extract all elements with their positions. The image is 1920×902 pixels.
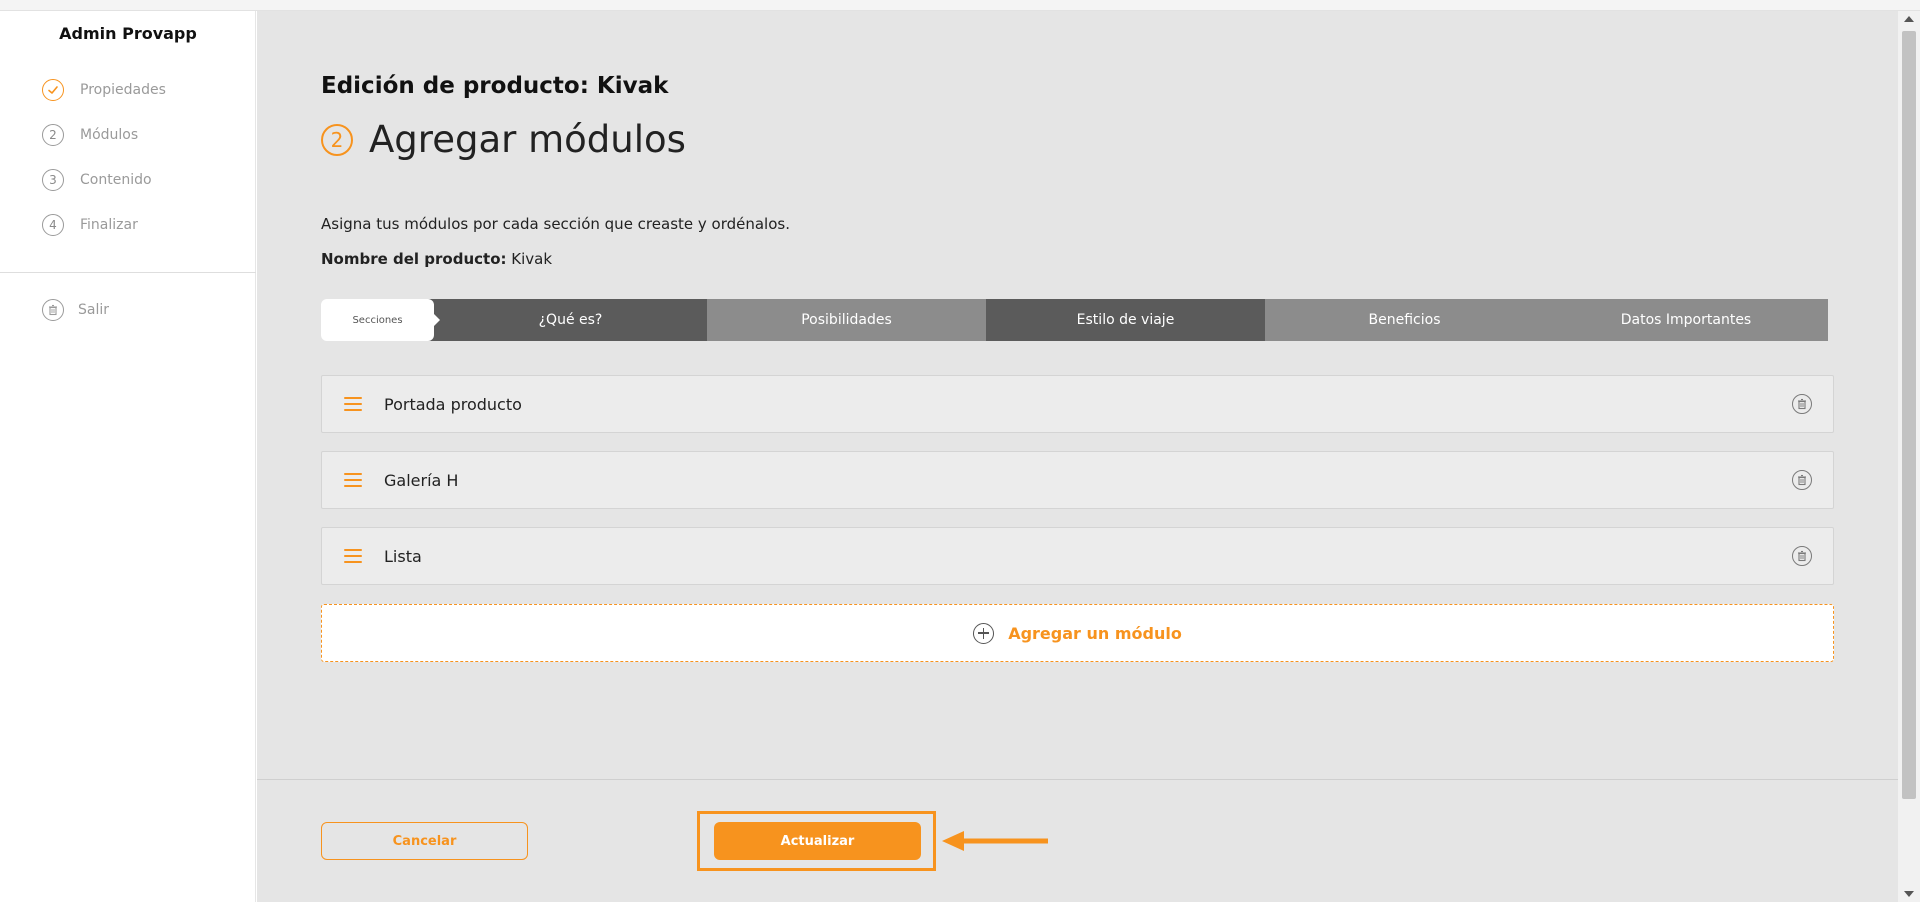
module-label: Galería H bbox=[384, 470, 459, 490]
trash-icon[interactable] bbox=[1792, 546, 1812, 566]
section-tabs: Secciones ¿Qué es? Posibilidades Estilo … bbox=[321, 299, 1834, 341]
product-name-value: Kivak bbox=[511, 250, 553, 268]
sidebar: Admin Provapp Propiedades 2 Módulos 3 Co… bbox=[0, 11, 256, 902]
module-item[interactable]: Galería H bbox=[321, 451, 1834, 509]
tab-secciones[interactable]: Secciones bbox=[321, 299, 440, 341]
drag-handle-icon[interactable] bbox=[344, 549, 362, 563]
tab-datos-importantes[interactable]: Datos Importantes bbox=[1544, 299, 1828, 341]
sidebar-item-label: Propiedades bbox=[80, 81, 166, 98]
arrow-left-icon bbox=[942, 831, 1048, 851]
sidebar-item-label: Contenido bbox=[80, 171, 152, 188]
module-label: Portada producto bbox=[384, 394, 522, 414]
plus-circle-icon bbox=[973, 622, 995, 644]
main-content: Edición de producto: Kivak 2 Agregar mód… bbox=[257, 11, 1898, 779]
sidebar-item-contenido[interactable]: 3 Contenido bbox=[42, 157, 166, 202]
update-button[interactable]: Actualizar bbox=[714, 822, 921, 860]
trash-icon[interactable] bbox=[1792, 394, 1812, 414]
sidebar-item-label: Finalizar bbox=[80, 216, 138, 233]
sidebar-item-finalizar[interactable]: 4 Finalizar bbox=[42, 202, 166, 247]
check-icon bbox=[42, 78, 64, 101]
step-number-badge: 4 bbox=[42, 213, 64, 236]
product-name: Nombre del producto: Kivak bbox=[321, 250, 552, 268]
browser-top-strip bbox=[0, 0, 1920, 11]
form-footer: Cancelar Actualizar bbox=[257, 779, 1898, 902]
cancel-button[interactable]: Cancelar bbox=[321, 822, 528, 860]
step-number-badge: 2 bbox=[321, 123, 353, 156]
logout-label: Salir bbox=[78, 302, 110, 318]
sidebar-item-label: Módulos bbox=[80, 126, 139, 143]
add-module-button[interactable]: Agregar un módulo bbox=[321, 604, 1834, 662]
sidebar-divider bbox=[0, 272, 256, 273]
sidebar-item-modulos[interactable]: 2 Módulos bbox=[42, 112, 166, 157]
scrollbar-thumb[interactable] bbox=[1902, 31, 1916, 799]
module-item[interactable]: Portada producto bbox=[321, 375, 1834, 433]
trash-icon bbox=[42, 299, 64, 321]
tab-que-es[interactable]: ¿Qué es? bbox=[428, 299, 707, 341]
module-label: Lista bbox=[384, 546, 422, 566]
drag-handle-icon[interactable] bbox=[344, 473, 362, 487]
step-number-badge: 3 bbox=[42, 168, 64, 191]
instructions-text: Asigna tus módulos por cada sección que … bbox=[321, 215, 790, 233]
step-number-badge: 2 bbox=[42, 123, 64, 146]
product-name-label: Nombre del producto: bbox=[321, 250, 507, 268]
page-title: Edición de producto: Kivak bbox=[321, 73, 669, 99]
tab-beneficios[interactable]: Beneficios bbox=[1265, 299, 1544, 341]
scrollbar[interactable] bbox=[1898, 11, 1920, 902]
add-module-label: Agregar un módulo bbox=[1008, 623, 1182, 643]
logout-button[interactable]: Salir bbox=[42, 299, 109, 321]
trash-icon[interactable] bbox=[1792, 470, 1812, 490]
tab-posibilidades[interactable]: Posibilidades bbox=[707, 299, 986, 341]
scroll-up-icon[interactable] bbox=[1904, 16, 1914, 22]
module-item[interactable]: Lista bbox=[321, 527, 1834, 585]
step-nav: Propiedades 2 Módulos 3 Contenido 4 Fina… bbox=[42, 67, 166, 247]
scroll-down-icon[interactable] bbox=[1904, 891, 1914, 897]
step-title-text: Agregar módulos bbox=[369, 118, 686, 161]
tab-estilo-de-viaje[interactable]: Estilo de viaje bbox=[986, 299, 1265, 341]
sidebar-item-propiedades[interactable]: Propiedades bbox=[42, 67, 166, 112]
app-brand: Admin Provapp bbox=[59, 24, 197, 43]
drag-handle-icon[interactable] bbox=[344, 397, 362, 411]
step-title: 2 Agregar módulos bbox=[321, 118, 686, 161]
